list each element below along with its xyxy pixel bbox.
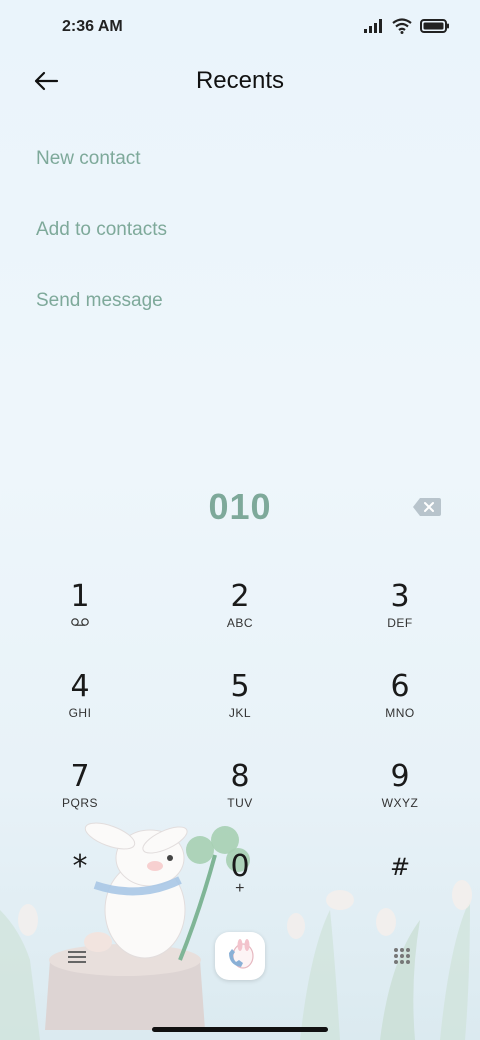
key-digit: 4	[70, 669, 90, 704]
key-6[interactable]: 6 MNO	[340, 670, 460, 750]
key-digit: 2	[230, 579, 250, 614]
wifi-icon	[392, 18, 412, 34]
key-letters: ABC	[226, 616, 254, 630]
key-digit: 1	[70, 579, 90, 614]
key-letters: DEF	[387, 616, 413, 630]
key-digit: 7	[70, 759, 90, 794]
add-to-contacts-option[interactable]: Add to contacts	[36, 219, 167, 241]
key-digit: 5	[230, 669, 250, 704]
key-letters: PQRS	[61, 796, 98, 810]
status-time: 2:36 AM	[62, 18, 123, 35]
call-icon	[229, 939, 254, 969]
key-3[interactable]: 3 DEF	[340, 580, 460, 660]
key-9[interactable]: 9 WXYZ	[340, 760, 460, 840]
dialed-number: 010	[208, 486, 272, 527]
backspace-button[interactable]	[412, 496, 442, 518]
key-letters: JKL	[228, 706, 252, 720]
status-icons	[364, 18, 450, 34]
key-digit: 9	[390, 759, 410, 794]
keypad-icon[interactable]	[392, 946, 412, 966]
new-contact-option[interactable]: New contact	[36, 148, 141, 170]
key-digit: 3	[390, 579, 410, 614]
home-indicator[interactable]	[152, 1027, 328, 1032]
key-letters: TUV	[227, 796, 253, 810]
key-digit: *	[72, 849, 88, 884]
key-0[interactable]: 0 +	[180, 850, 300, 930]
page-title: Recents	[195, 67, 285, 94]
key-8[interactable]: 8 TUV	[180, 760, 300, 840]
status-bar: 2:36 AM	[0, 0, 480, 56]
key-letters: +	[235, 880, 245, 897]
key-letters: MNO	[385, 706, 415, 720]
key-digit: 6	[390, 669, 410, 704]
app-header: Recents	[0, 56, 480, 108]
key-letters: WXYZ	[381, 796, 419, 810]
key-1[interactable]: 1	[20, 580, 140, 660]
menu-icon[interactable]	[66, 948, 88, 966]
battery-icon	[420, 19, 449, 33]
backspace-icon	[413, 498, 441, 516]
key-5[interactable]: 5 JKL	[180, 670, 300, 750]
key-hash[interactable]: #	[340, 850, 460, 930]
key-4[interactable]: 4 GHI	[20, 670, 140, 750]
key-digit: 0	[230, 849, 250, 884]
key-digit: #	[389, 853, 411, 881]
signal-icon	[364, 19, 382, 33]
key-letters: GHI	[68, 706, 92, 720]
voicemail-icon	[71, 618, 89, 626]
key-star[interactable]: *	[20, 850, 140, 930]
key-7[interactable]: 7 PQRS	[20, 760, 140, 840]
key-digit: 8	[230, 759, 250, 794]
call-button[interactable]	[215, 932, 265, 980]
key-2[interactable]: 2 ABC	[180, 580, 300, 660]
send-message-option[interactable]: Send message	[36, 290, 163, 312]
